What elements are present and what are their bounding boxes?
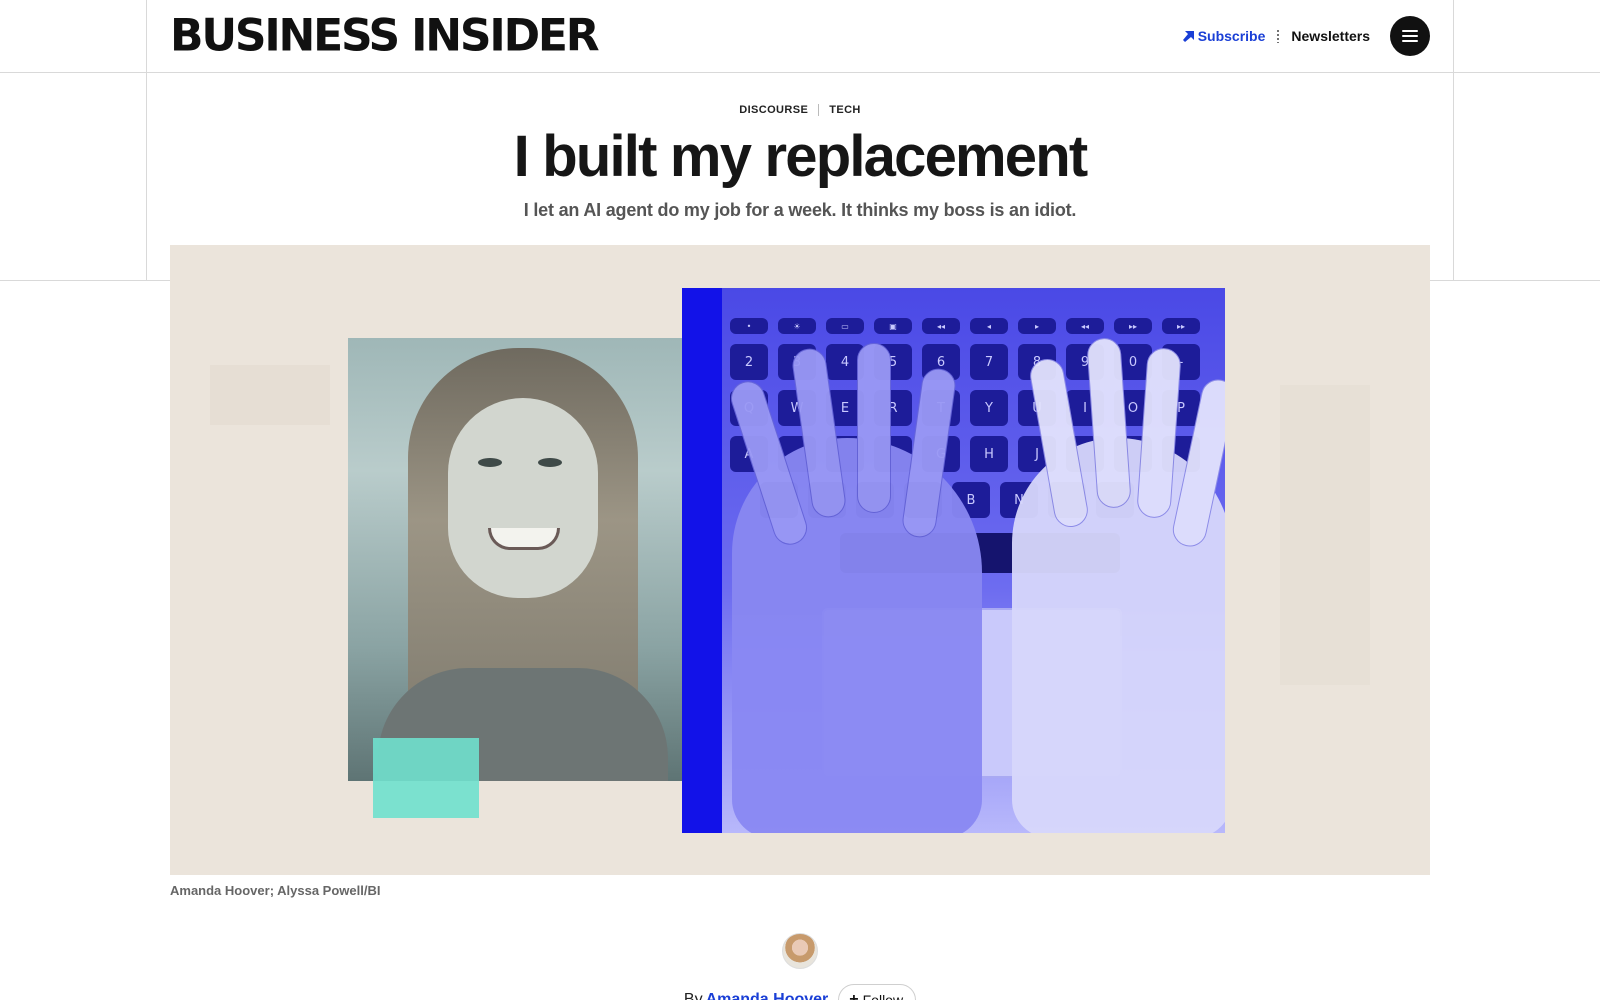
- category-link-tech[interactable]: TECH: [829, 104, 861, 116]
- keyboard-key: ◂◂: [1066, 318, 1104, 334]
- author-link[interactable]: Amanda Hoover: [706, 991, 829, 1000]
- byline-prefix: By: [683, 991, 703, 1000]
- keyboard-key: ▸: [1018, 318, 1056, 334]
- keyboard-key: ▸▸: [1162, 318, 1200, 334]
- site-header: BUSINESS INSIDER Subscribe Newsletters: [146, 0, 1454, 72]
- plus-icon: +: [849, 991, 859, 1000]
- category-links: DISCOURSE TECH: [0, 104, 1600, 116]
- portrait-smile: [488, 528, 560, 550]
- header-actions: Subscribe Newsletters: [1182, 16, 1430, 56]
- menu-button[interactable]: [1390, 16, 1430, 56]
- header-separator: [1277, 29, 1280, 43]
- portrait-eye: [538, 458, 562, 467]
- portrait-face: [448, 398, 598, 598]
- hamburger-menu-icon: [1402, 30, 1418, 42]
- human-hand: [726, 343, 982, 833]
- robot-hand: [1012, 337, 1225, 833]
- follow-button[interactable]: + Follow: [838, 984, 917, 1000]
- author-avatar[interactable]: [782, 933, 818, 969]
- portrait-eye: [478, 458, 502, 467]
- site-logo[interactable]: BUSINESS INSIDER: [170, 13, 600, 59]
- laptop-keyboard-photo: • ☀ ▭ ▣ ◂◂ ◂ ▸ ◂◂ ▸▸ ▸▸ 2 3 4 5 6 7 8 9 …: [722, 288, 1225, 833]
- category-link-discourse[interactable]: DISCOURSE: [739, 104, 808, 116]
- byline: By Amanda Hoover + Follow: [0, 984, 1600, 1000]
- category-separator: [818, 104, 820, 116]
- article-headline: I built my replacement: [513, 124, 1089, 189]
- teal-accent-square: [373, 738, 479, 818]
- finger: [857, 343, 891, 513]
- hero-image: • ☀ ▭ ▣ ◂◂ ◂ ▸ ◂◂ ▸▸ ▸▸ 2 3 4 5 6 7 8 9 …: [170, 245, 1430, 875]
- keyboard-key: 7: [970, 344, 1008, 380]
- keyboard-key: 2: [730, 344, 768, 380]
- keyboard-key: H: [970, 436, 1008, 472]
- keyboard-key: ▭: [826, 318, 864, 334]
- keyboard-key: ☀: [778, 318, 816, 334]
- keyboard-key: ▣: [874, 318, 912, 334]
- keyboard-key: •: [730, 318, 768, 334]
- arrow-up-right-icon: [1182, 30, 1194, 42]
- subscribe-link[interactable]: Subscribe: [1182, 28, 1266, 44]
- author-portrait-photo: [348, 338, 696, 781]
- follow-label: Follow: [862, 992, 904, 1000]
- newsletters-link[interactable]: Newsletters: [1291, 28, 1370, 44]
- keyboard-key: ▸▸: [1114, 318, 1152, 334]
- blue-accent-bar: [682, 288, 722, 833]
- background-block: [210, 365, 330, 425]
- background-block: [1280, 385, 1370, 685]
- keyboard-key: Y: [970, 390, 1008, 426]
- keyboard-row: • ☀ ▭ ▣ ◂◂ ◂ ▸ ◂◂ ▸▸ ▸▸: [730, 318, 1225, 334]
- header-bottom-rule: [0, 72, 1600, 73]
- subscribe-label: Subscribe: [1197, 28, 1266, 44]
- image-credit: Amanda Hoover; Alyssa Powell/BI: [170, 883, 381, 898]
- article-dek: I let an AI agent do my job for a week. …: [523, 200, 1077, 220]
- keyboard-key: ◂: [970, 318, 1008, 334]
- keyboard-key: ◂◂: [922, 318, 960, 334]
